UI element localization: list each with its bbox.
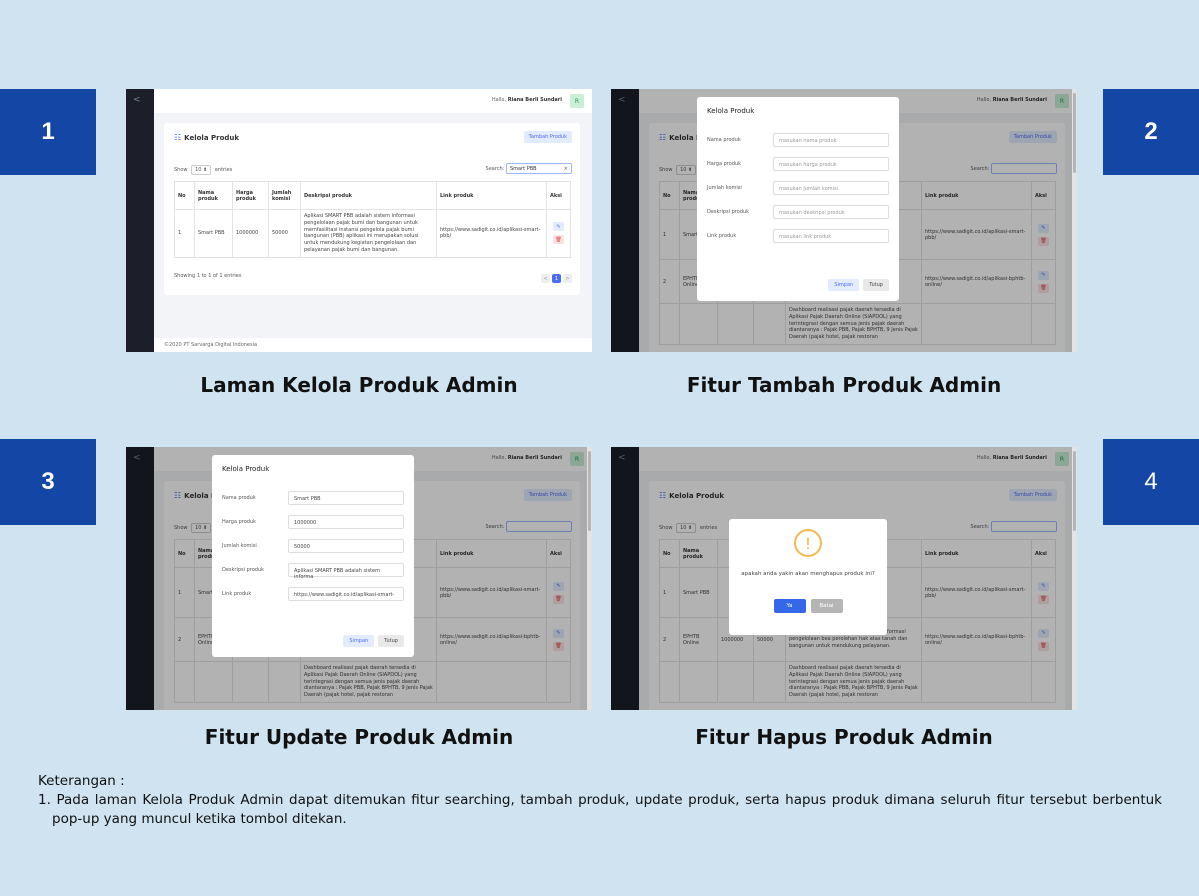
- entries-select[interactable]: 10 ⬍: [191, 165, 212, 175]
- screenshot-hapus-produk: < Hallo, Riana Berli Sundari R ☷ Kelola P…: [611, 447, 1077, 710]
- page-1[interactable]: 1: [552, 274, 561, 283]
- table-header: No Nama produk Harga produk Jumlah komis…: [174, 181, 571, 210]
- close-button[interactable]: Tutup: [863, 279, 889, 291]
- confirm-message: apakah anda yakin akan menghapus produk …: [741, 571, 875, 577]
- collapse-icon[interactable]: <: [133, 95, 141, 105]
- scrollbar[interactable]: [587, 447, 592, 710]
- page-title: ☷ Kelola Produk: [174, 133, 240, 142]
- add-product-modal: Kelola Produk Nama produk masukan nama pr…: [697, 97, 899, 301]
- save-button[interactable]: Simpan: [343, 635, 375, 647]
- col-aksi: Aksi: [546, 181, 571, 210]
- close-button[interactable]: Tutup: [378, 635, 404, 647]
- footer: ©2020 PT Sarvarga Digital Indonesia: [154, 338, 592, 352]
- price-field[interactable]: 1000000: [288, 515, 404, 529]
- add-product-button[interactable]: Tambah Produk: [523, 131, 572, 143]
- col-name[interactable]: Nama produk: [194, 181, 233, 210]
- grid-icon: ☷: [174, 133, 182, 142]
- desc-field[interactable]: masukan deskripsi produk: [773, 205, 889, 219]
- step-badge-4: 4: [1103, 439, 1199, 525]
- name-field[interactable]: Smart PBB: [288, 491, 404, 505]
- delete-icon[interactable]: 🗑: [553, 235, 564, 245]
- col-no[interactable]: No: [174, 181, 195, 210]
- warning-icon: !: [794, 529, 822, 557]
- greeting: Hallo, Riana Berli Sundari: [491, 97, 562, 103]
- note-item: 1. Pada laman Kelola Produk Admin dapat …: [38, 791, 1162, 827]
- scrollbar[interactable]: [1072, 447, 1077, 710]
- search-input[interactable]: Smart PBB ×: [506, 163, 572, 174]
- modal-title: Kelola Produk: [707, 107, 755, 115]
- pagination: < 1 >: [541, 274, 572, 283]
- commission-field[interactable]: 50000: [288, 539, 404, 553]
- sidebar: <: [126, 89, 154, 352]
- caption-4: Fitur Hapus Produk Admin: [695, 725, 993, 749]
- col-price[interactable]: Harga produk: [232, 181, 269, 210]
- screenshot-kelola-produk: < Hallo, Riana Berli Sundari R ☷ Kelola P…: [126, 89, 592, 352]
- col-link[interactable]: Link produk: [436, 181, 547, 210]
- col-desc[interactable]: Deskripsi produk: [300, 181, 437, 210]
- name-field[interactable]: masukan nama produk: [773, 133, 889, 147]
- modal-title: Kelola Produk: [222, 465, 270, 473]
- edit-icon[interactable]: ✎: [553, 222, 564, 232]
- table-row: 1 Smart PBB 1000000 50000 Aplikasi SMART…: [174, 209, 571, 258]
- showing-info: Showing 1 to 1 of 1 entries: [174, 273, 242, 279]
- caption-2: Fitur Tambah Produk Admin: [686, 373, 1002, 397]
- scrollbar[interactable]: [1072, 89, 1077, 352]
- step-badge-1: 1: [0, 89, 96, 175]
- prev-page[interactable]: <: [541, 274, 550, 283]
- step-badge-2: 2: [1103, 89, 1199, 175]
- link-field[interactable]: https://www.sadigit.co.id/aplikasi-smart…: [288, 587, 404, 601]
- col-commission[interactable]: Jumlah komisi: [268, 181, 301, 210]
- note-title: Keterangan :: [38, 773, 125, 789]
- topbar: Hallo, Riana Berli Sundari R: [154, 89, 592, 113]
- save-button[interactable]: Simpan: [828, 279, 860, 291]
- note: Keterangan : 1. Pada laman Kelola Produk…: [38, 772, 1162, 829]
- product-table: No Nama produk Harga produk Jumlah komis…: [174, 181, 571, 258]
- step-badge-3: 3: [0, 439, 96, 525]
- entries-control: Show 10 ⬍ entries: [174, 165, 233, 175]
- next-page[interactable]: >: [563, 274, 572, 283]
- delete-confirm-dialog: ! apakah anda yakin akan menghapus produ…: [729, 519, 887, 635]
- screenshot-tambah-produk: < Hallo, Riana Berli Sundari R ☷Kelola P…: [611, 89, 1077, 352]
- cancel-button[interactable]: Batal: [810, 599, 843, 613]
- avatar[interactable]: R: [570, 94, 584, 108]
- product-card: ☷ Kelola Produk Tambah Produk Show 10 ⬍ e…: [164, 123, 580, 295]
- commission-field[interactable]: masukan jumlah komisi: [773, 181, 889, 195]
- link-field[interactable]: masukan link produk: [773, 229, 889, 243]
- screenshot-update-produk: < Hallo, Riana Berli Sundari R ☷Kelola P…: [126, 447, 592, 710]
- confirm-yes-button[interactable]: Ya: [773, 599, 806, 613]
- note-list: 1. Pada laman Kelola Produk Admin dapat …: [38, 791, 1162, 829]
- update-product-modal: Kelola Produk Nama produk Smart PBB Harga…: [212, 455, 414, 657]
- clear-icon[interactable]: ×: [564, 166, 568, 172]
- search-control: Search: Smart PBB ×: [486, 163, 572, 174]
- price-field[interactable]: masukan harga produk: [773, 157, 889, 171]
- desc-field[interactable]: Aplikasi SMART PBB adalah sistem informa: [288, 563, 404, 580]
